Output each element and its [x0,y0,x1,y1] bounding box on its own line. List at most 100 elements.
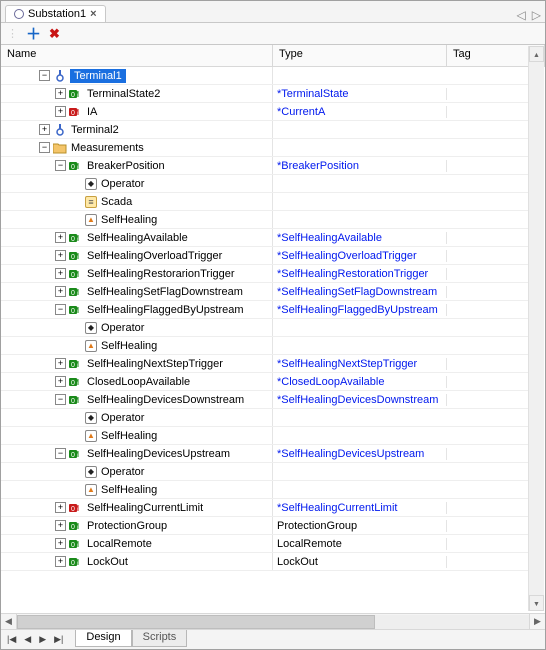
document-tab[interactable]: Substation1 × [5,5,106,22]
tab-prev-icon[interactable]: ◁ [517,8,526,22]
type-cell: *ClosedLoopAvailable [273,376,447,388]
diamond-icon [85,178,97,190]
tag-green-icon: 0 [69,375,83,389]
tree-row[interactable]: +0SelfHealingNextStepTrigger *SelfHealing… [1,355,529,373]
tree-row[interactable]: − Measurements [1,139,529,157]
expand-icon[interactable]: + [55,556,66,567]
tree-row[interactable]: Operator [1,175,529,193]
tree-row[interactable]: +Terminal2 [1,121,529,139]
collapse-icon[interactable]: − [55,394,66,405]
node-label: SelfHealingDevicesDownstream [86,394,244,406]
node-label: Operator [100,412,144,424]
tree-row[interactable]: +0SelfHealingCurrentLimit*SelfHealingCur… [1,499,529,517]
nav-last-icon[interactable]: ▶| [52,634,65,645]
scroll-track[interactable] [17,615,529,629]
tab-design[interactable]: Design [75,630,131,647]
tree-row[interactable]: +0SelfHealingOverloadTrigger*SelfHealing… [1,247,529,265]
tree-row[interactable]: −0SelfHealingDevicesDownstream*SelfHeali… [1,391,529,409]
expand-icon[interactable]: + [55,376,66,387]
tree-row[interactable]: SelfHealing [1,427,529,445]
tag-green-icon: 0 [69,249,83,263]
collapse-icon[interactable]: − [39,142,50,153]
expand-icon[interactable]: + [55,538,66,549]
type-cell: LockOut [273,556,447,568]
tree-row[interactable]: Operator [1,319,529,337]
tag-green-icon: 0 [69,357,83,371]
svg-text:0: 0 [71,380,75,387]
tree-row[interactable]: SelfHealing [1,211,529,229]
expand-icon[interactable]: + [39,124,50,135]
tree-row[interactable]: −0SelfHealingDevicesUpstream*SelfHealing… [1,445,529,463]
node-label: Measurements [70,142,144,154]
svg-text:0: 0 [71,506,75,513]
collapse-icon[interactable]: − [55,160,66,171]
tree-row[interactable]: +0LockOutLockOut [1,553,529,571]
scroll-thumb[interactable] [17,615,375,629]
tree-row[interactable]: SelfHealing [1,481,529,499]
collapse-icon[interactable]: − [55,448,66,459]
svg-text:0: 0 [71,308,75,315]
collapse-icon[interactable]: − [55,304,66,315]
type-cell: *SelfHealingAvailable [273,232,447,244]
vertical-scrollbar[interactable] [528,46,544,611]
tab-next-icon[interactable]: ▷ [532,8,541,22]
node-label: SelfHealingOverloadTrigger [86,250,222,262]
tag-green-icon: 0 [69,231,83,245]
scroll-right-icon[interactable]: ▶ [529,614,545,630]
tab-scripts[interactable]: Scripts [132,630,188,647]
tree-grid[interactable]: −Terminal1+0TerminalState2*TerminalState… [1,67,545,613]
svg-text:0: 0 [71,524,75,531]
horizontal-scrollbar[interactable]: ◀ ▶ [1,613,545,629]
node-label: SelfHealingNextStepTrigger [86,358,223,370]
tree-row[interactable]: +0TerminalState2*TerminalState [1,85,529,103]
tree-row[interactable]: +0SelfHealingRestorarionTrigger*SelfHeal… [1,265,529,283]
expand-icon[interactable]: + [55,286,66,297]
tree-row[interactable]: +0ClosedLoopAvailable*ClosedLoopAvailabl… [1,373,529,391]
delete-button[interactable]: ✖ [49,26,60,42]
grid-header: Name Type Tag [1,45,545,67]
nav-prev-icon[interactable]: ◀ [22,634,33,645]
toolbar-grip: ⋮ [7,27,18,40]
column-header-name[interactable]: Name [1,45,273,66]
expand-icon[interactable]: + [55,106,66,117]
tag-green-icon: 0 [69,447,83,461]
tree-row[interactable]: +0SelfHealingAvailable*SelfHealingAvaila… [1,229,529,247]
expand-icon[interactable]: + [55,268,66,279]
expand-icon[interactable]: + [55,250,66,261]
nav-first-icon[interactable]: |◀ [5,634,18,645]
tree-row[interactable]: SelfHealing [1,337,529,355]
node-label: BreakerPosition [86,160,165,172]
nav-next-icon[interactable]: ▶ [37,634,48,645]
tree-row[interactable]: Scada [1,193,529,211]
scroll-down-icon[interactable] [529,595,544,611]
tree-row[interactable]: Operator [1,409,529,427]
tree-row[interactable]: +0ProtectionGroupProtectionGroup [1,517,529,535]
tag-green-icon: 0 [69,303,83,317]
scroll-left-icon[interactable]: ◀ [1,614,17,630]
expand-icon[interactable]: + [55,232,66,243]
expand-icon[interactable]: + [55,358,66,369]
node-label: Terminal1 [70,69,126,83]
expand-icon[interactable]: + [55,520,66,531]
tree-row[interactable]: +0IA*CurrentA [1,103,529,121]
expand-icon[interactable]: + [55,502,66,513]
diamond-icon [85,412,97,424]
tree-row[interactable]: +0LocalRemoteLocalRemote [1,535,529,553]
tree-row[interactable]: −0SelfHealingFlaggedByUpstream*SelfHeali… [1,301,529,319]
tree-row[interactable]: Operator [1,463,529,481]
svg-text:0: 0 [71,92,75,99]
scroll-up-icon[interactable] [529,46,544,62]
tree-row[interactable]: − Terminal1 [1,67,529,85]
close-tab-icon[interactable]: × [90,8,96,20]
tab-title: Substation1 [28,8,86,20]
collapse-icon[interactable]: − [39,70,50,81]
sheet-nav: |◀ ◀ ▶ ▶| [5,634,65,645]
type-cell: *SelfHealingNextStepTrigger [273,358,447,370]
expand-icon[interactable]: + [55,88,66,99]
tree-row[interactable]: −0BreakerPosition*BreakerPosition [1,157,529,175]
column-header-type[interactable]: Type [273,45,447,66]
add-button[interactable]: ＋ [26,23,41,44]
node-label: TerminalState2 [86,88,160,100]
tree-row[interactable]: +0SelfHealingSetFlagDownstream*SelfHeali… [1,283,529,301]
svg-text:0: 0 [71,560,75,567]
